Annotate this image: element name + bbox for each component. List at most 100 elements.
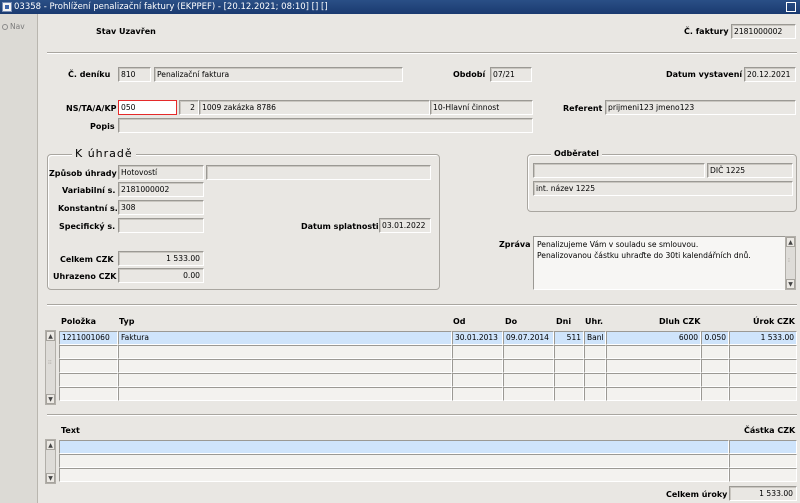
referent-label: Referent [563,104,603,113]
col-castka-header: Částka CZK [744,426,796,435]
cell-sazba[interactable] [701,359,729,373]
cell-dluh[interactable] [606,359,701,373]
cell-typ[interactable] [118,387,452,401]
cell-urok[interactable] [729,387,797,401]
popis-field[interactable] [118,118,533,133]
cell-dni[interactable] [554,359,584,373]
cell-polozka[interactable]: 1211001060 [59,331,118,345]
cell-typ[interactable] [118,345,452,359]
restore-window-button[interactable] [786,2,796,12]
nav-button[interactable]: Nav [2,22,25,31]
dic-field[interactable]: DIČ 1225 [707,163,793,178]
cell-dni[interactable] [554,387,584,401]
cell-text[interactable] [59,454,729,468]
cell-castka[interactable] [729,468,797,482]
col-do-header: Do [505,317,518,326]
zpusob-uhrady-extra-field[interactable] [206,165,431,180]
cell-do[interactable] [503,373,554,387]
cell-typ[interactable] [118,373,452,387]
celkem-uroky-label: Celkem úroky [666,490,728,499]
cell-sazba[interactable] [701,373,729,387]
cell-castka[interactable] [729,454,797,468]
cell-urok[interactable] [729,373,797,387]
odberatel-title: Odběratel [551,149,603,158]
cell-uhr[interactable] [584,345,606,359]
cell-od[interactable] [452,345,503,359]
cell-sazba[interactable] [701,387,729,401]
a-field[interactable]: 1009 zakázka 8786 [199,100,430,115]
cell-dni[interactable] [554,373,584,387]
cell-polozka[interactable] [59,359,118,373]
cell-castka[interactable] [729,440,797,454]
zprava-textarea[interactable]: Penalizujeme Vám v souladu se smlouvou. … [533,236,786,290]
col-dluh-header: Dluh CZK [659,317,701,326]
cislo-deniku-label: Č. deníku [68,70,111,79]
cell-polozka[interactable] [59,345,118,359]
konstantni-symbol-field[interactable]: 308 [118,200,204,215]
uhrazeno-czk-field[interactable]: 0.00 [118,268,204,283]
ta-field[interactable]: 2 [179,100,199,115]
specificky-symbol-field[interactable] [118,218,204,233]
cell-dluh[interactable] [606,345,701,359]
obdobi-field[interactable]: 07/21 [490,67,532,82]
cell-sazba[interactable] [701,345,729,359]
table-row[interactable] [39,359,800,373]
cell-polozka[interactable] [59,373,118,387]
cell-text[interactable] [59,440,729,454]
table-row[interactable] [39,440,800,454]
kp-field[interactable]: 10-Hlavní činnost [430,100,533,115]
scroll-up-icon[interactable]: ▲ [786,237,795,247]
datum-vystaveni-field[interactable]: 20.12.2021 [744,67,796,82]
cell-od[interactable] [452,387,503,401]
cell-od[interactable]: 30.01.2013 [452,331,503,345]
cell-do[interactable] [503,345,554,359]
int-nazev-field[interactable]: int. název 1225 [533,181,793,196]
cell-dluh[interactable]: 6000 [606,331,701,345]
celkem-uroky-field[interactable]: 1 533.00 [729,486,797,501]
cislo-deniku-code-field[interactable]: 810 [118,67,151,82]
zprava-line-1: Penalizujeme Vám v souladu se smlouvou. [537,240,699,249]
variabilni-symbol-field[interactable]: 2181000002 [118,182,204,197]
cell-uhr[interactable] [584,373,606,387]
celkem-czk-label: Celkem CZK [60,255,114,264]
cell-dni[interactable] [554,345,584,359]
cell-do[interactable] [503,359,554,373]
table-row[interactable] [39,345,800,359]
table-row[interactable] [39,468,800,482]
cell-uhr[interactable] [584,387,606,401]
ns-field[interactable]: 050 [118,100,177,115]
cell-urok[interactable]: 1 533.00 [729,331,797,345]
cell-urok[interactable] [729,345,797,359]
table-row[interactable] [39,454,800,468]
cell-uhr[interactable]: Banl [584,331,606,345]
cell-od[interactable] [452,373,503,387]
referent-field[interactable]: prijmeni123 jmeno123 [605,100,796,115]
scroll-down-icon[interactable]: ▼ [786,279,795,289]
zpusob-uhrady-field[interactable]: Hotovostí [118,165,204,180]
cell-do[interactable]: 09.07.2014 [503,331,554,345]
cell-do[interactable] [503,387,554,401]
stav-value: Uzavřen [119,27,156,36]
odberatel-field[interactable] [533,163,705,178]
cell-dni[interactable]: 511 [554,331,584,345]
table-row[interactable] [39,373,800,387]
cell-urok[interactable] [729,359,797,373]
cell-text[interactable] [59,468,729,482]
scroll-grip-icon: ⁝ [788,257,790,264]
datum-splatnosti-field[interactable]: 03.01.2022 [379,218,431,233]
cell-sazba[interactable]: 0.050 [701,331,729,345]
table-row[interactable] [39,387,800,401]
cislo-deniku-name-field[interactable]: Penalizační faktura [154,67,403,82]
celkem-czk-field[interactable]: 1 533.00 [118,251,204,266]
cell-dluh[interactable] [606,387,701,401]
cell-typ[interactable]: Faktura [118,331,452,345]
cell-polozka[interactable] [59,387,118,401]
cislo-faktury-field[interactable]: 2181000002 [731,24,796,39]
cell-dluh[interactable] [606,373,701,387]
zprava-scrollbar[interactable]: ▲ ⁝ ▼ [785,236,796,290]
cell-typ[interactable] [118,359,452,373]
cell-uhr[interactable] [584,359,606,373]
table-row[interactable]: 1211001060 Faktura 30.01.2013 09.07.2014… [39,331,800,345]
cell-od[interactable] [452,359,503,373]
uhrazeno-czk-label: Uhrazeno CZK [53,272,117,281]
